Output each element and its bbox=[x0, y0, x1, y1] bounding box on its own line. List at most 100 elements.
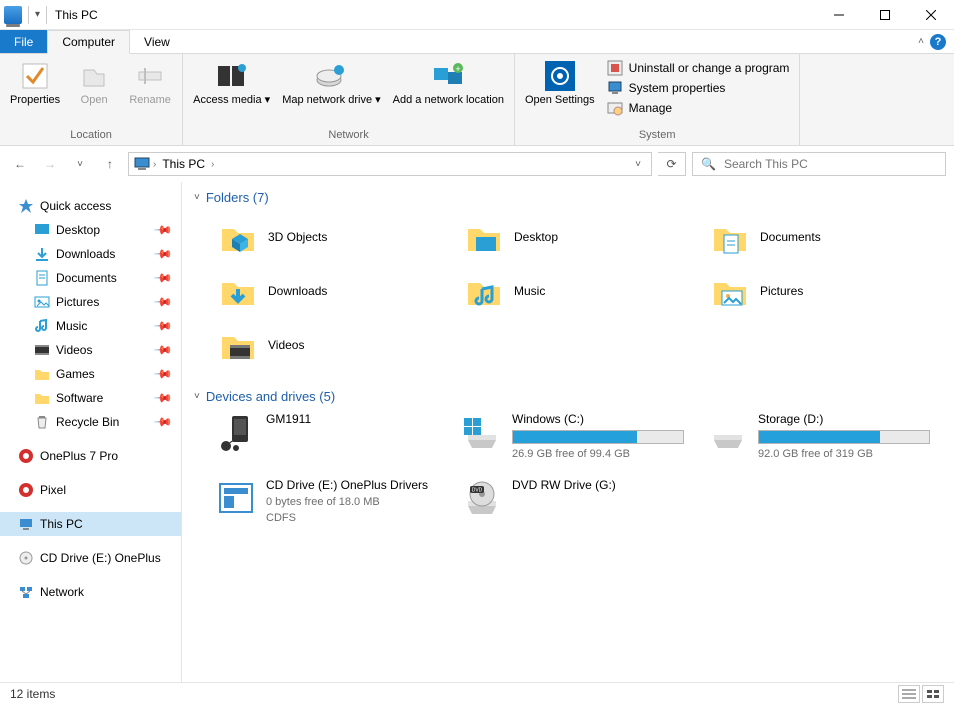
ribbon-group-network: Access media ▾ Map network drive ▾ + Add… bbox=[183, 54, 515, 145]
tab-file[interactable]: File bbox=[0, 30, 47, 53]
search-box[interactable]: 🔍 bbox=[692, 152, 946, 176]
tab-computer[interactable]: Computer bbox=[47, 30, 130, 54]
sidebar-item-desktop[interactable]: Desktop📌 bbox=[0, 218, 181, 242]
pin-icon: 📌 bbox=[153, 316, 173, 336]
sidebar-item-music[interactable]: Music📌 bbox=[0, 314, 181, 338]
open-button[interactable]: Open bbox=[66, 56, 122, 127]
pictures-icon bbox=[34, 294, 50, 310]
network-icon bbox=[18, 584, 34, 600]
sidebar-item-downloads[interactable]: Downloads📌 bbox=[0, 242, 181, 266]
tab-view[interactable]: View bbox=[130, 30, 184, 53]
ribbon: Properties Open Rename Location Access m… bbox=[0, 54, 954, 146]
refresh-button[interactable]: ⟳ bbox=[658, 152, 686, 176]
drive-gm1911[interactable]: GM1911 bbox=[216, 412, 450, 460]
large-icons-view-button[interactable] bbox=[922, 685, 944, 703]
folder-icon bbox=[34, 390, 50, 406]
desktop-icon bbox=[34, 222, 50, 238]
sidebar-item-games[interactable]: Games📌 bbox=[0, 362, 181, 386]
address-bar[interactable]: › This PC › ˅ bbox=[128, 152, 652, 176]
content-pane: ˅Folders (7) 3D Objects Desktop Document… bbox=[182, 182, 954, 682]
capacity-bar bbox=[758, 430, 930, 444]
chevron-right-icon[interactable]: › bbox=[151, 159, 158, 170]
address-row: ← → ˅ ↑ › This PC › ˅ ⟳ 🔍 bbox=[0, 146, 954, 182]
maximize-button[interactable] bbox=[862, 0, 908, 30]
sidebar-item-pixel[interactable]: Pixel bbox=[0, 478, 181, 502]
breadcrumb-root[interactable]: This PC bbox=[158, 157, 209, 171]
device-icon bbox=[18, 482, 34, 498]
access-media-button[interactable]: Access media ▾ bbox=[187, 56, 276, 127]
help-icon[interactable]: ? bbox=[930, 34, 946, 50]
folders-header[interactable]: ˅Folders (7) bbox=[194, 190, 942, 205]
map-network-drive-button[interactable]: Map network drive ▾ bbox=[276, 56, 386, 127]
folder-documents[interactable]: Documents bbox=[708, 213, 942, 261]
search-input[interactable] bbox=[724, 157, 937, 171]
sidebar-item-cd-drive[interactable]: CD Drive (E:) OnePlus bbox=[0, 546, 181, 570]
window-title: This PC bbox=[55, 8, 98, 22]
system-properties-button[interactable]: System properties bbox=[607, 80, 790, 96]
ribbon-group-system: Open Settings Uninstall or change a prog… bbox=[515, 54, 800, 145]
sidebar-item-oneplus[interactable]: OnePlus 7 Pro bbox=[0, 444, 181, 468]
folder-icon bbox=[34, 366, 50, 382]
drives-header[interactable]: ˅Devices and drives (5) bbox=[194, 389, 942, 404]
search-icon: 🔍 bbox=[701, 157, 716, 171]
pin-icon: 📌 bbox=[153, 220, 173, 240]
open-settings-button[interactable]: Open Settings bbox=[519, 56, 601, 127]
sidebar-item-pictures[interactable]: Pictures📌 bbox=[0, 290, 181, 314]
pin-icon: 📌 bbox=[153, 388, 173, 408]
downloads-icon bbox=[34, 246, 50, 262]
folder-desktop[interactable]: Desktop bbox=[462, 213, 696, 261]
qat-dropdown-icon[interactable]: ▾ bbox=[35, 9, 40, 20]
details-view-button[interactable] bbox=[898, 685, 920, 703]
pin-icon: 📌 bbox=[153, 244, 173, 264]
address-history-dropdown[interactable]: ˅ bbox=[629, 159, 647, 170]
sidebar-item-documents[interactable]: Documents📌 bbox=[0, 266, 181, 290]
ribbon-group-location: Properties Open Rename Location bbox=[0, 54, 183, 145]
chevron-down-icon: ˅ bbox=[194, 391, 200, 402]
item-count: 12 items bbox=[10, 687, 55, 701]
sidebar-item-videos[interactable]: Videos📌 bbox=[0, 338, 181, 362]
svg-text:+: + bbox=[456, 64, 461, 74]
documents-icon bbox=[34, 270, 50, 286]
ribbon-tabs: File Computer View ˄ ? bbox=[0, 30, 954, 54]
drive-c[interactable]: Windows (C:) 26.9 GB free of 99.4 GB bbox=[462, 412, 696, 460]
title-bar: ▾ This PC bbox=[0, 0, 954, 30]
uninstall-program-button[interactable]: Uninstall or change a program bbox=[607, 60, 790, 76]
folder-music[interactable]: Music bbox=[462, 267, 696, 315]
properties-button[interactable]: Properties bbox=[4, 56, 66, 127]
music-icon bbox=[34, 318, 50, 334]
star-icon bbox=[18, 198, 34, 214]
drive-d[interactable]: Storage (D:) 92.0 GB free of 319 GB bbox=[708, 412, 942, 460]
capacity-bar bbox=[512, 430, 684, 444]
recent-locations-button[interactable]: ˅ bbox=[68, 152, 92, 176]
status-bar: 12 items bbox=[0, 682, 954, 704]
navigation-pane: Quick access Desktop📌 Downloads📌 Documen… bbox=[0, 182, 182, 682]
sidebar-item-network[interactable]: Network bbox=[0, 580, 181, 604]
drive-g[interactable]: DVD DVD RW Drive (G:) bbox=[462, 478, 696, 524]
chevron-right-icon[interactable]: › bbox=[209, 159, 216, 170]
pin-icon: 📌 bbox=[153, 292, 173, 312]
sidebar-item-quick-access[interactable]: Quick access bbox=[0, 194, 181, 218]
add-network-location-button[interactable]: + Add a network location bbox=[387, 56, 510, 127]
up-button[interactable]: ↑ bbox=[98, 152, 122, 176]
rename-button[interactable]: Rename bbox=[122, 56, 178, 127]
folder-downloads[interactable]: Downloads bbox=[216, 267, 450, 315]
folder-3d-objects[interactable]: 3D Objects bbox=[216, 213, 450, 261]
back-button[interactable]: ← bbox=[8, 152, 32, 176]
minimize-button[interactable] bbox=[816, 0, 862, 30]
drive-e[interactable]: CD Drive (E:) OnePlus Drivers 0 bytes fr… bbox=[216, 478, 450, 524]
close-button[interactable] bbox=[908, 0, 954, 30]
device-icon bbox=[18, 448, 34, 464]
recycle-bin-icon bbox=[34, 414, 50, 430]
videos-icon bbox=[34, 342, 50, 358]
sidebar-item-this-pc[interactable]: This PC bbox=[0, 512, 181, 536]
ribbon-collapse-icon[interactable]: ˄ bbox=[918, 36, 924, 47]
app-icon bbox=[4, 6, 22, 24]
pin-icon: 📌 bbox=[153, 412, 173, 432]
pin-icon: 📌 bbox=[153, 340, 173, 360]
sidebar-item-software[interactable]: Software📌 bbox=[0, 386, 181, 410]
manage-button[interactable]: Manage bbox=[607, 100, 790, 116]
forward-button[interactable]: → bbox=[38, 152, 62, 176]
sidebar-item-recycle-bin[interactable]: Recycle Bin📌 bbox=[0, 410, 181, 434]
folder-videos[interactable]: Videos bbox=[216, 321, 450, 369]
folder-pictures[interactable]: Pictures bbox=[708, 267, 942, 315]
